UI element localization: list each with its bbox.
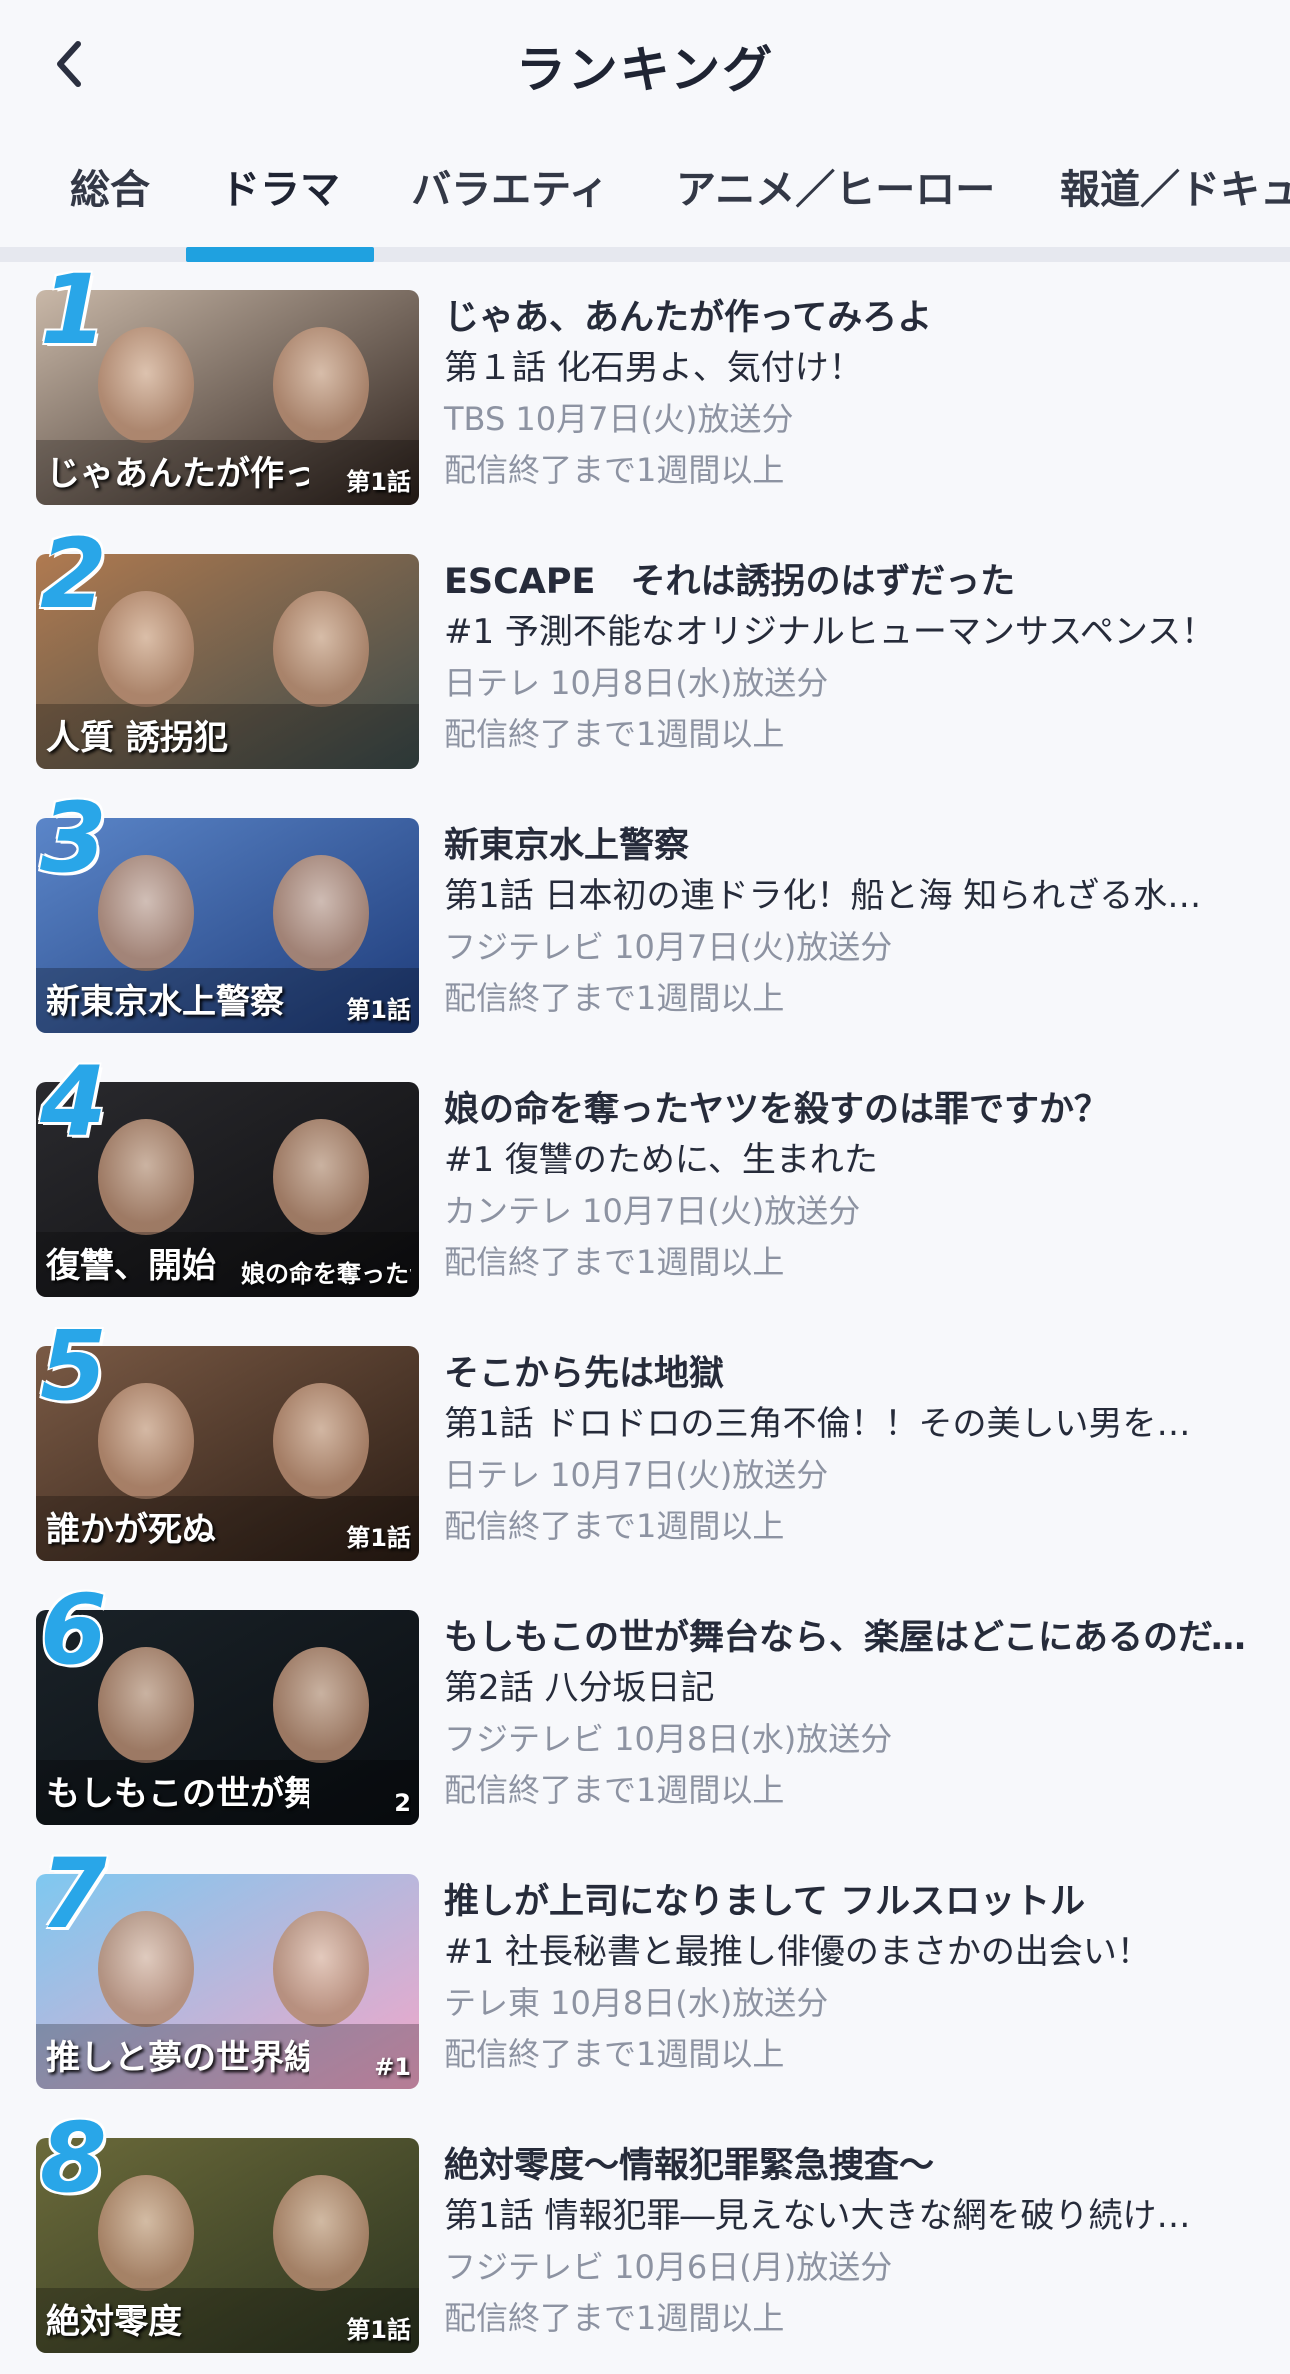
availability-text: 配信終了まで1週間以上 xyxy=(444,451,785,489)
thumbnail-badge: 第1話 xyxy=(346,468,411,496)
app-header: ランキング xyxy=(0,0,1290,130)
program-title: 絶対零度〜情報犯罪緊急捜査〜 xyxy=(444,2146,935,2186)
program-info: 推しが上司になりまして フルスロットル #1 社長秘書と最推し俳優のまさかの出会… xyxy=(444,1878,1264,2080)
thumbnail-caption: 人質 誘拐犯 xyxy=(46,718,228,758)
ranking-item[interactable]: じゃあんたが作ってみろよ 第1話 1 じゃあ、あんたが作ってみろよ 第１話 化石… xyxy=(0,262,1290,526)
program-info: 絶対零度〜情報犯罪緊急捜査〜 第1話 情報犯罪―見えない大きな網を破り続け… フ… xyxy=(444,2142,1264,2344)
episode-title: #1 復讐のために、生まれた xyxy=(444,1140,878,1180)
ranking-item[interactable]: 推しと夢の世界線 #1 7 推しが上司になりまして フルスロットル #1 社長秘… xyxy=(0,1846,1290,2110)
thumbnail-caption: 推しと夢の世界線 xyxy=(46,2038,309,2078)
program-title: 新東京水上警察 xyxy=(444,826,690,866)
rank-number: 8 xyxy=(40,2102,107,2214)
availability-text: 配信終了まで1週間以上 xyxy=(444,1243,785,1281)
broadcast-info: 日テレ 10月7日(火)放送分 xyxy=(444,1456,829,1494)
rank-number: 6 xyxy=(40,1574,107,1686)
tab-news-docu[interactable]: 報道／ドキュ xyxy=(1060,150,1290,250)
episode-title: 第2話 八分坂日記 xyxy=(444,1668,715,1708)
thumbnail-caption: 新東京水上警察 xyxy=(46,982,284,1022)
thumbnail-badge: 第1話 xyxy=(346,996,411,1024)
thumbnail-caption: 誰かが死ぬ xyxy=(46,1510,216,1550)
program-title: じゃあ、あんたが作ってみろよ xyxy=(444,298,933,338)
program-title: ESCAPE それは誘拐のはずだった xyxy=(444,562,1016,602)
thumbnail-badge: #1 xyxy=(374,2053,411,2081)
episode-title: #1 社長秘書と最推し俳優のまさかの出会い！ xyxy=(444,1932,1151,1972)
broadcast-info: フジテレビ 10月7日(火)放送分 xyxy=(444,928,893,966)
category-tabs: 総合 ドラマ バラエティ アニメ／ヒーロー 報道／ドキュ xyxy=(0,150,1290,250)
broadcast-info: フジテレビ 10月6日(月)放送分 xyxy=(444,2248,893,2286)
episode-title: #1 予測不能なオリジナルヒューマンサスペンス！ xyxy=(444,612,1216,652)
thumbnail-caption: じゃあんたが作ってみろよ xyxy=(46,454,309,494)
rank-number: 5 xyxy=(40,1310,107,1422)
program-info: 娘の命を奪ったヤツを殺すのは罪ですか？ #1 復讐のために、生まれた カンテレ … xyxy=(444,1086,1264,1288)
program-info: じゃあ、あんたが作ってみろよ 第１話 化石男よ、気付け！ TBS 10月7日(火… xyxy=(444,294,1264,496)
broadcast-info: 日テレ 10月8日(水)放送分 xyxy=(444,664,829,702)
ranking-item[interactable]: 人質 誘拐犯 2 ESCAPE それは誘拐のはずだった #1 予測不能なオリジナ… xyxy=(0,526,1290,790)
active-tab-indicator xyxy=(186,247,374,262)
rank-number: 2 xyxy=(40,518,107,630)
availability-text: 配信終了まで1週間以上 xyxy=(444,2035,785,2073)
episode-title: 第1話 日本初の連ドラ化！船と海 知られざる水… xyxy=(444,876,1202,916)
program-title: 娘の命を奪ったヤツを殺すのは罪ですか？ xyxy=(444,1090,1110,1130)
thumbnail-badge: 第1話 xyxy=(346,2316,411,2344)
episode-title: 第１話 化石男よ、気付け！ xyxy=(444,348,863,388)
thumbnail-caption: 絶対零度 xyxy=(46,2302,182,2342)
thumbnail-caption: もしもこの世が舞台なら、楽屋はどこにあるのだろう xyxy=(46,1774,309,1814)
rank-number: 1 xyxy=(40,254,107,366)
program-info: ESCAPE それは誘拐のはずだった #1 予測不能なオリジナルヒューマンサスペ… xyxy=(444,558,1264,760)
episode-title: 第1話 ドロドロの三角不倫！！その美しい男を… xyxy=(444,1404,1191,1444)
thumbnail-badge: 第1話 xyxy=(346,1524,411,1552)
broadcast-info: フジテレビ 10月8日(水)放送分 xyxy=(444,1720,893,1758)
page-title: ランキング xyxy=(515,41,775,99)
ranking-item[interactable]: 新東京水上警察 第1話 3 新東京水上警察 第1話 日本初の連ドラ化！船と海 知… xyxy=(0,790,1290,1054)
tab-anime-hero[interactable]: アニメ／ヒーロー xyxy=(676,150,995,250)
ranking-item[interactable]: 誰かが死ぬ 第1話 5 そこから先は地獄 第1話 ドロドロの三角不倫！！その美し… xyxy=(0,1318,1290,1582)
availability-text: 配信終了まで1週間以上 xyxy=(444,715,785,753)
program-title: 推しが上司になりまして フルスロットル xyxy=(444,1882,1086,1922)
broadcast-info: カンテレ 10月7日(火)放送分 xyxy=(444,1192,861,1230)
ranking-item[interactable]: もしもこの世が舞台なら、楽屋はどこにあるのだろう 2 6 もしもこの世が舞台なら… xyxy=(0,1582,1290,1846)
ranking-item[interactable]: 絶対零度 第1話 8 絶対零度〜情報犯罪緊急捜査〜 第1話 情報犯罪―見えない大… xyxy=(0,2110,1290,2374)
ranking-item[interactable]: 復讐、開始 娘の命を奪ったヤツを殺すのは罪ですか？ 4 娘の命を奪ったヤツを殺す… xyxy=(0,1054,1290,1318)
rank-number: 4 xyxy=(40,1046,107,1158)
program-info: もしもこの世が舞台なら、楽屋はどこにあるのだろう 第2話 八分坂日記 フジテレビ… xyxy=(444,1614,1264,1816)
rank-number: 3 xyxy=(40,782,107,894)
program-title: そこから先は地獄 xyxy=(444,1354,725,1394)
broadcast-info: TBS 10月7日(火)放送分 xyxy=(444,400,794,438)
tab-overall[interactable]: 総合 xyxy=(70,150,150,250)
program-info: 新東京水上警察 第1話 日本初の連ドラ化！船と海 知られざる水… フジテレビ 1… xyxy=(444,822,1264,1024)
program-title: もしもこの世が舞台なら、楽屋はどこにあるのだろう xyxy=(444,1618,1264,1658)
availability-text: 配信終了まで1週間以上 xyxy=(444,1507,785,1545)
availability-text: 配信終了まで1週間以上 xyxy=(444,1771,785,1809)
thumbnail-badge: 娘の命を奪ったヤツを殺すのは罪ですか？ xyxy=(241,1260,411,1288)
tab-drama[interactable]: ドラマ xyxy=(216,150,344,250)
rank-number: 7 xyxy=(40,1838,107,1950)
program-info: そこから先は地獄 第1話 ドロドロの三角不倫！！その美しい男を… 日テレ 10月… xyxy=(444,1350,1264,1552)
availability-text: 配信終了まで1週間以上 xyxy=(444,979,785,1017)
availability-text: 配信終了まで1週間以上 xyxy=(444,2299,785,2337)
broadcast-info: テレ東 10月8日(水)放送分 xyxy=(444,1984,829,2022)
tab-variety[interactable]: バラエティ xyxy=(410,150,610,250)
episode-title: 第1話 情報犯罪―見えない大きな網を破り続け… xyxy=(444,2196,1191,2236)
thumbnail-badge: 2 xyxy=(394,1789,411,1817)
